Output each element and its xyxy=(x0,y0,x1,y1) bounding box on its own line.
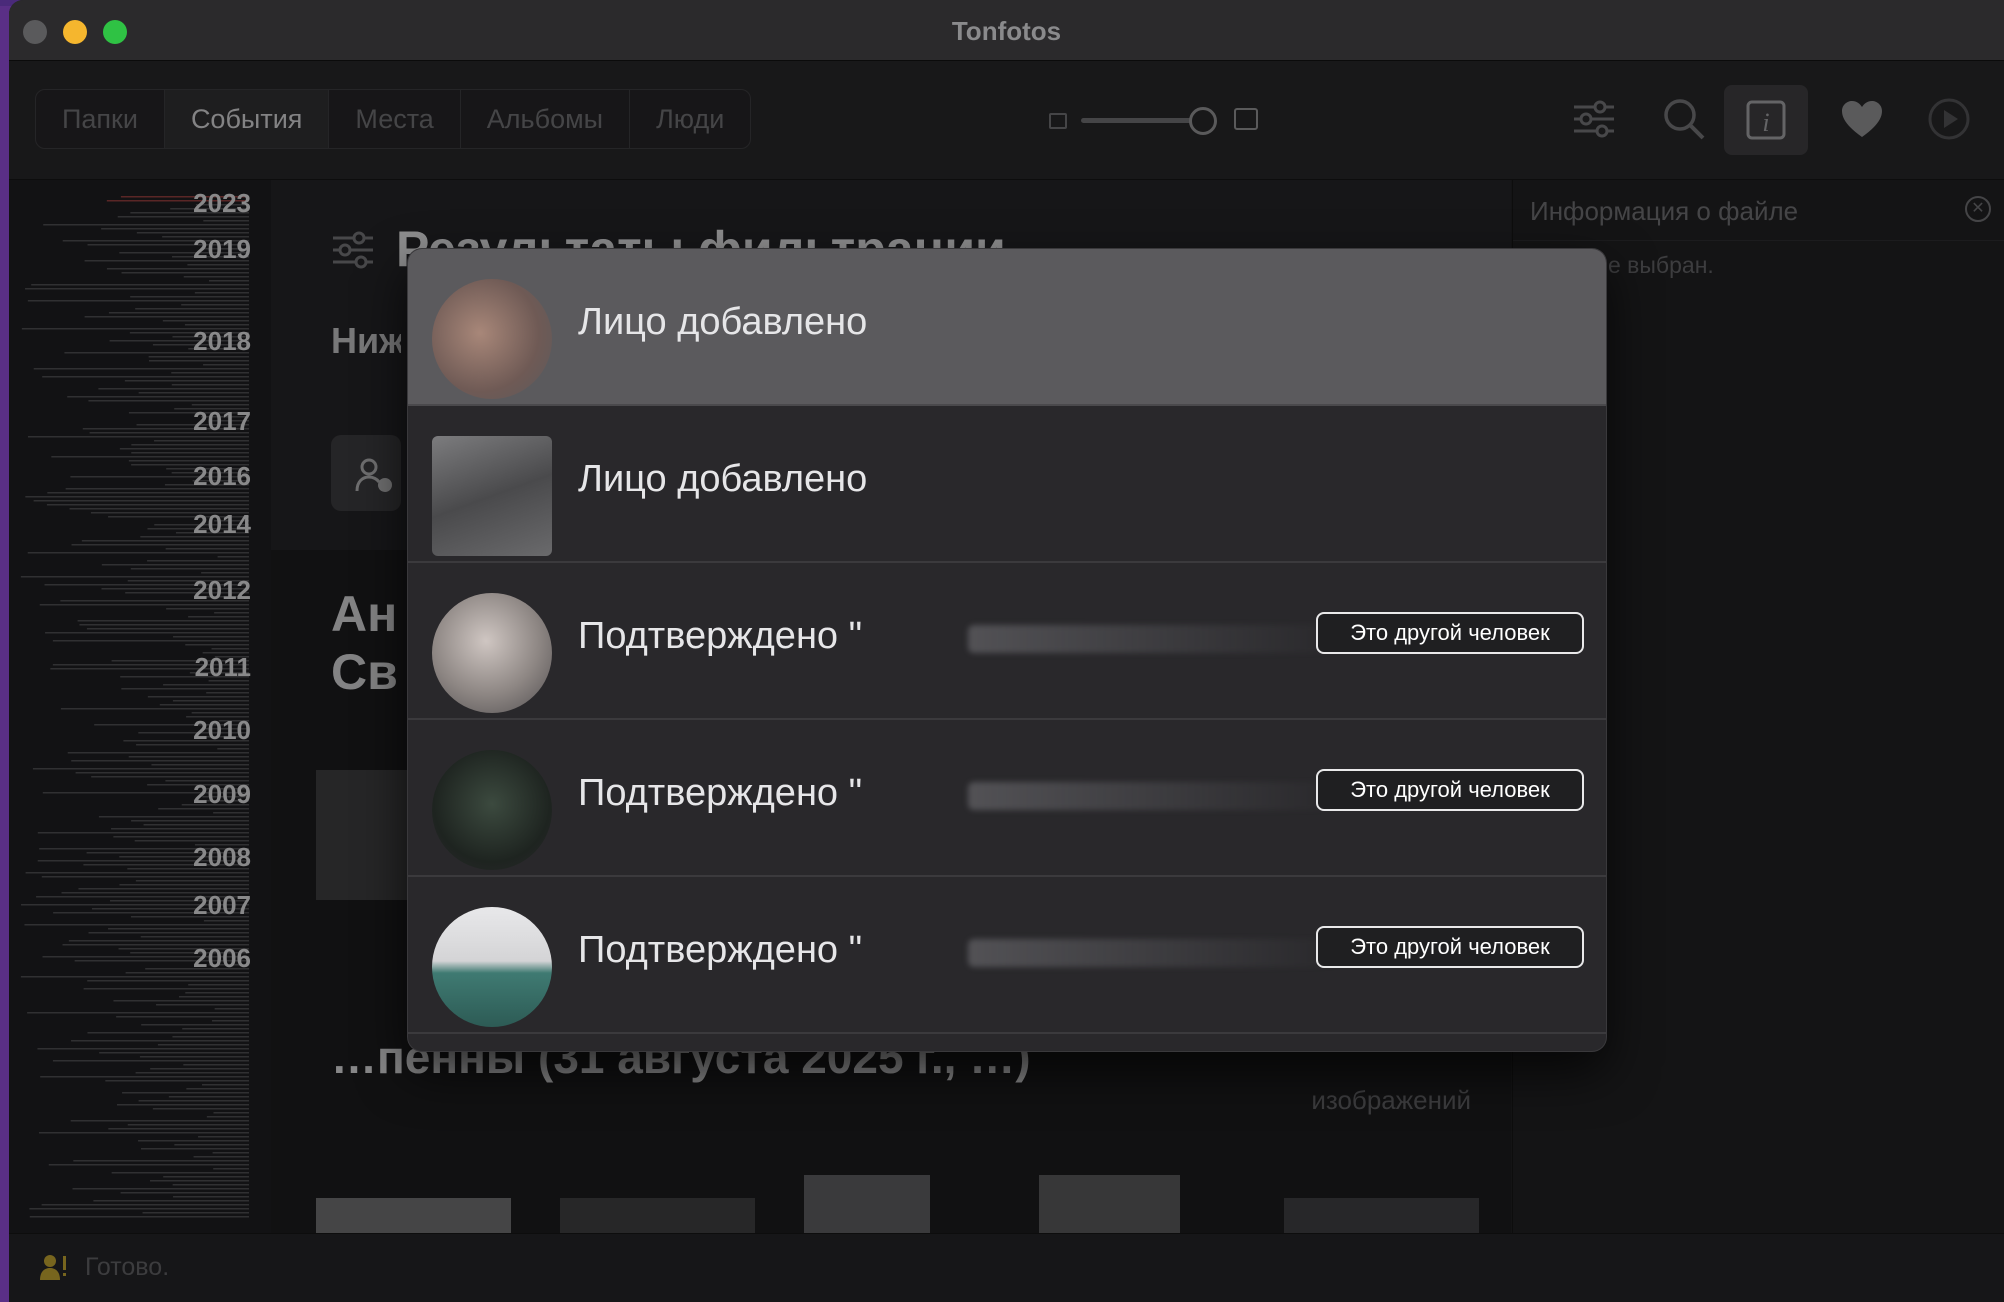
notification-text: Лицо добавлено xyxy=(578,301,868,343)
notification-row[interactable]: Лицо добавлено xyxy=(408,406,1606,563)
notification-text: Подтверждено " xyxy=(578,615,863,657)
notification-text: Подтверждено " xyxy=(578,772,863,814)
redacted-name xyxy=(968,625,1348,653)
notification-row[interactable]: Лицо добавлено xyxy=(408,249,1606,406)
notification-row[interactable]: Подтверждено " Это другой человек xyxy=(408,720,1606,877)
different-person-button[interactable]: Это другой человек xyxy=(1316,612,1584,654)
face-thumbnail xyxy=(432,436,552,556)
face-notifications-popup: Лицо добавлено Лицо добавлено Подтвержде… xyxy=(408,249,1606,1051)
notification-row[interactable]: Подтверждено " Это другой человек xyxy=(408,563,1606,720)
face-thumbnail xyxy=(432,750,552,870)
titlebar: Tonfotos xyxy=(9,0,2004,61)
notification-text: Лицо добавлено xyxy=(578,458,868,500)
different-person-button[interactable]: Это другой человек xyxy=(1316,926,1584,968)
notification-text: Подтверждено " xyxy=(578,929,863,971)
redacted-name xyxy=(968,782,1348,810)
different-person-button[interactable]: Это другой человек xyxy=(1316,769,1584,811)
face-thumbnail xyxy=(432,907,552,1027)
notification-row[interactable]: Подтверждено " Это другой человек xyxy=(408,877,1606,1034)
window-title: Tonfotos xyxy=(951,16,1062,46)
face-thumbnail xyxy=(432,593,552,713)
redacted-name xyxy=(968,939,1348,967)
face-thumbnail xyxy=(432,279,552,399)
